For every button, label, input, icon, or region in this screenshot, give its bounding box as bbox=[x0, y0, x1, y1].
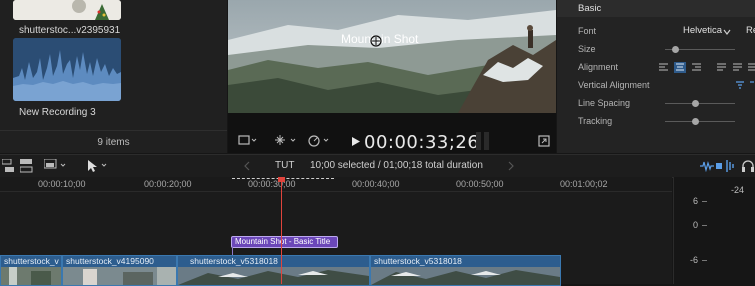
font-row: Font Helvetica Re bbox=[557, 23, 755, 41]
view-options-icon[interactable] bbox=[238, 135, 258, 147]
play-icon[interactable] bbox=[352, 137, 360, 146]
tracking-label: Tracking bbox=[578, 116, 613, 126]
line-spacing-label: Line Spacing bbox=[578, 98, 631, 108]
audio-meter-bar bbox=[476, 132, 481, 150]
mountain-video-image bbox=[228, 0, 556, 113]
line-spacing-slider-knob[interactable] bbox=[692, 100, 699, 107]
video-clip-label: shutterstock_v4195090 bbox=[66, 256, 154, 266]
move-handle-icon[interactable] bbox=[370, 35, 382, 47]
font-label: Font bbox=[578, 26, 597, 36]
video-clip-filmstrip bbox=[1, 267, 61, 285]
solo-icon[interactable] bbox=[726, 160, 736, 172]
tracking-slider-knob[interactable] bbox=[692, 118, 699, 125]
alignment-label: Alignment bbox=[578, 62, 619, 72]
viewer: Mountain Shot 00:00:33;26 bbox=[228, 0, 556, 153]
inspector-section-header[interactable]: Basic bbox=[557, 0, 755, 17]
clip-1-label[interactable]: shutterstoc...v2395931 bbox=[19, 25, 120, 36]
tracking-row: Tracking bbox=[557, 113, 755, 131]
inspector: Basic Font Helvetica Re Size Alignment V… bbox=[557, 0, 755, 153]
ruler-tick: 00:00:30;00 bbox=[248, 179, 296, 189]
meter-scale-label: -6 bbox=[689, 255, 698, 265]
video-clip[interactable]: shutterstock_v5318018 bbox=[177, 255, 370, 286]
video-clip-filmstrip bbox=[178, 267, 369, 285]
video-clip-label: shutterstock_v bbox=[4, 256, 59, 266]
chevron-left-icon[interactable] bbox=[243, 161, 251, 171]
line-spacing-slider-track[interactable] bbox=[665, 103, 735, 104]
meter-scale-label: -24 bbox=[730, 185, 744, 195]
clip-thumbnail-1-image bbox=[13, 0, 121, 20]
size-slider-knob[interactable] bbox=[672, 46, 679, 53]
video-clip-label: shutterstock_v5318018 bbox=[374, 256, 462, 266]
chevron-down-icon[interactable] bbox=[723, 28, 731, 36]
meter-tick bbox=[702, 260, 707, 261]
browser-item-count: 9 items bbox=[0, 130, 227, 154]
selection-duration-info: 10;00 selected / 01;00;18 total duration bbox=[310, 160, 483, 171]
video-clip-filmstrip bbox=[63, 267, 176, 285]
font-dropdown[interactable]: Helvetica bbox=[683, 25, 722, 36]
timeline-ruler[interactable]: 00:00:10;00 00:00:20;00 00:00:30;00 00:0… bbox=[0, 177, 672, 192]
meter-tick bbox=[702, 225, 707, 226]
viewer-video-frame[interactable]: Mountain Shot bbox=[228, 0, 556, 113]
meter-scale-label: 0 bbox=[692, 220, 698, 230]
viewer-toolbar: 00:00:33;26 bbox=[228, 128, 556, 153]
section-title: Basic bbox=[578, 3, 602, 14]
font-style-dropdown[interactable]: Re bbox=[746, 25, 755, 36]
media-browser: shutterstoc...v2395931 New Recording 3 9… bbox=[0, 0, 227, 153]
ruler-tick: 00:01:00;02 bbox=[560, 179, 608, 189]
clip-2-label[interactable]: New Recording 3 bbox=[19, 107, 96, 118]
video-clip[interactable]: shutterstock_v4195090 bbox=[62, 255, 177, 286]
audio-thumbnail[interactable] bbox=[13, 38, 121, 101]
timeline-area[interactable]: Mountain Shot - Basic Title shutterstock… bbox=[0, 192, 672, 286]
vertical-alignment-row: Vertical Alignment bbox=[557, 77, 755, 95]
audio-meter: -24 6 0 -6 bbox=[673, 177, 755, 284]
line-spacing-row: Line Spacing bbox=[557, 95, 755, 113]
title-clip-connector bbox=[232, 247, 233, 255]
meter-tick bbox=[702, 201, 707, 202]
overwrite-clip-icon[interactable] bbox=[44, 159, 72, 173]
ruler-tick: 00:00:20;00 bbox=[144, 179, 192, 189]
video-clip[interactable]: shutterstock_v bbox=[0, 255, 62, 286]
audio-skimming-icon[interactable] bbox=[700, 160, 722, 172]
ruler-tick: 00:00:40;00 bbox=[352, 179, 400, 189]
clip-thumbnail-1[interactable] bbox=[13, 0, 121, 20]
insert-clip-icon[interactable] bbox=[20, 159, 36, 173]
timeline-toolbar: TUT 10;00 selected / 01;00;18 total dura… bbox=[0, 154, 755, 178]
vertical-alignment-label: Vertical Alignment bbox=[578, 80, 650, 90]
ruler-tick: 00:00:50;00 bbox=[456, 179, 504, 189]
project-name: TUT bbox=[275, 160, 295, 171]
playhead[interactable] bbox=[281, 178, 282, 284]
transform-tool-icon[interactable] bbox=[274, 134, 298, 148]
chevron-right-icon[interactable] bbox=[507, 161, 515, 171]
fullscreen-icon[interactable] bbox=[538, 135, 550, 147]
select-tool-icon[interactable] bbox=[86, 159, 110, 173]
ruler-tick: 00:00:10;00 bbox=[38, 179, 86, 189]
vertical-align-top-icon[interactable] bbox=[736, 81, 754, 91]
title-clip[interactable]: Mountain Shot - Basic Title bbox=[231, 236, 338, 248]
video-clip-label: shutterstock_v5318018 bbox=[190, 256, 278, 266]
size-label: Size bbox=[578, 44, 596, 54]
timecode-display[interactable]: 00:00:33;26 bbox=[364, 132, 479, 153]
meter-scale-label: 6 bbox=[692, 196, 698, 206]
tracking-slider-track[interactable] bbox=[665, 121, 735, 122]
size-row: Size bbox=[557, 41, 755, 59]
audio-meter-bar bbox=[484, 132, 489, 150]
headphones-icon[interactable] bbox=[741, 159, 755, 173]
alignment-row: Alignment bbox=[557, 59, 755, 77]
text-alignment-buttons[interactable] bbox=[659, 62, 755, 74]
speed-icon[interactable] bbox=[308, 134, 332, 148]
audio-waveform-icon bbox=[13, 38, 121, 101]
connect-clip-icon[interactable] bbox=[2, 159, 18, 173]
video-clip[interactable]: shutterstock_v5318018 bbox=[370, 255, 561, 286]
video-clip-filmstrip bbox=[371, 267, 560, 285]
